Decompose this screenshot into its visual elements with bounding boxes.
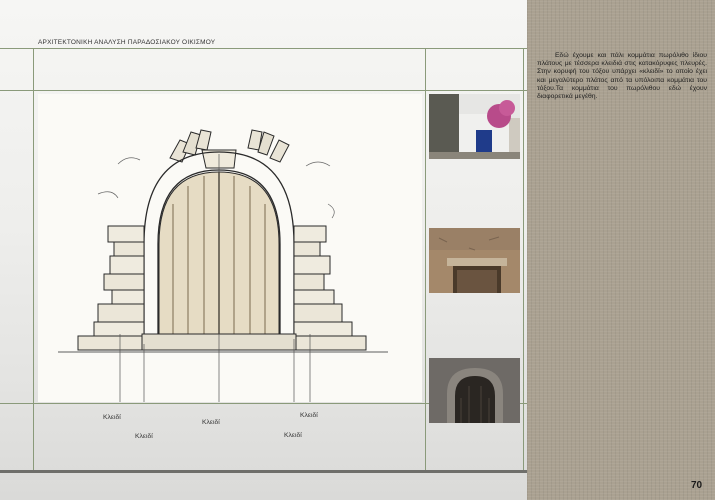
page-number: 70 [691, 480, 703, 491]
page-header: ΑΡΧΙΤΕΚΤΟΝΙΚΗ ΑΝΑΛΥΣΗ ΠΑΡΑΔΟΣΙΑΚΟΥ ΟΙΚΙΣ… [38, 39, 216, 46]
right-guide-line [523, 48, 524, 470]
door-drawing [38, 94, 422, 432]
stone-wall-door-lintel-photo [429, 228, 520, 293]
key-label-1: Κλειδί [103, 414, 121, 421]
description-paragraph: Εδώ έχουμε και πάλι κομμάτια πωρόλιθο ίδ… [537, 52, 707, 101]
key-label-2: Κλειδί [135, 433, 153, 440]
top-guide-line [0, 90, 527, 91]
arched-door-sketch [58, 129, 388, 432]
key-label-3: Κλειδί [202, 419, 220, 426]
mid-guide-line [425, 48, 426, 470]
whitewashed-house-blue-door-photo [429, 94, 520, 159]
left-guide-line [33, 48, 34, 470]
key-label-4: Κλειδί [284, 432, 302, 439]
key-label-5: Κλειδί [300, 412, 318, 419]
header-rule [0, 48, 527, 49]
stone-arch-doorway-photo [429, 358, 520, 423]
footer-bar [0, 470, 527, 473]
